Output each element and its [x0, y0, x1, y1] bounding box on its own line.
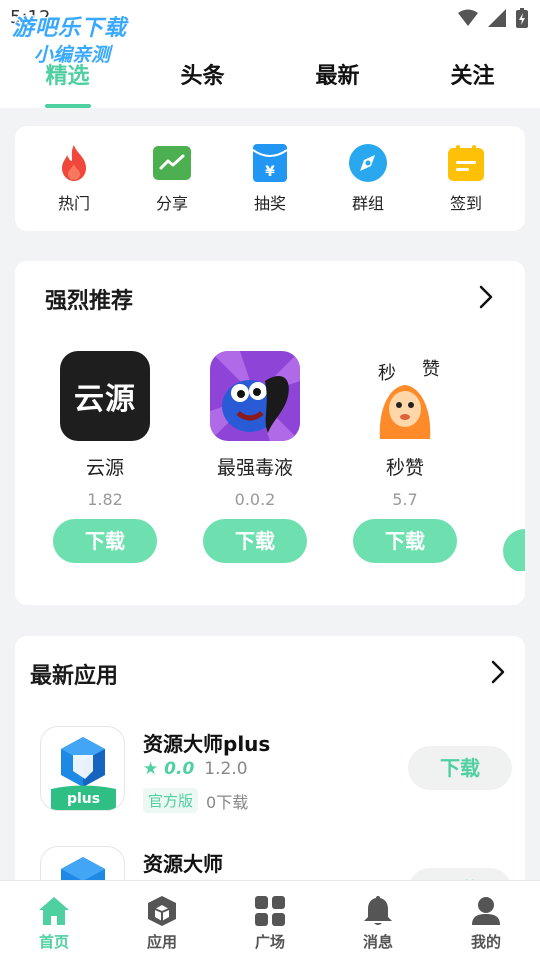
- recommend-app-name: 云源: [85, 457, 124, 479]
- quick-item-checkin[interactable]: 签到: [426, 144, 506, 214]
- top-tabs: 精选 头条 最新 关注: [0, 36, 540, 108]
- recommend-app-version: 1.82: [87, 490, 123, 509]
- bottom-nav: 首页 应用 广场 消息 我的: [0, 880, 540, 960]
- user-icon: [469, 894, 503, 928]
- status-time: 5:12: [10, 7, 51, 28]
- nav-square[interactable]: 广场: [216, 881, 324, 960]
- app-meta: ★ 0.0 1.2.0: [143, 759, 248, 779]
- app-icon-yunyuan: 云源: [60, 351, 150, 441]
- app-tags: 官方版 0下载: [143, 788, 248, 813]
- chevron-right-icon[interactable]: [479, 285, 493, 309]
- download-count: 0下载: [206, 792, 249, 812]
- recommend-title: 强烈推荐: [45, 289, 134, 314]
- star-icon: ★: [143, 759, 159, 779]
- signal-icon: [488, 9, 506, 27]
- app-rating: ★ 0.0: [143, 759, 194, 779]
- download-button-partial[interactable]: [503, 529, 525, 571]
- nav-label-profile: 我的: [470, 933, 501, 951]
- svg-text:¥: ¥: [265, 164, 275, 180]
- nav-label-square: 广场: [254, 933, 285, 951]
- download-button[interactable]: 下载: [353, 519, 457, 563]
- quick-item-share[interactable]: 分享: [132, 144, 212, 214]
- nav-label-home: 首页: [38, 933, 69, 951]
- official-tag: 官方版: [143, 788, 199, 813]
- quick-label-checkin: 签到: [449, 193, 482, 213]
- app-icon-ziyuandashi-plus: plus: [40, 726, 125, 811]
- quick-label-lottery: 抽奖: [253, 193, 286, 213]
- nav-profile[interactable]: 我的: [432, 881, 540, 960]
- status-bar: 5:12: [0, 0, 540, 36]
- bell-icon: [361, 894, 395, 928]
- tab-following[interactable]: 关注: [405, 36, 540, 108]
- red-envelope-icon: ¥: [251, 143, 289, 182]
- quick-label-share: 分享: [155, 193, 188, 213]
- nav-home[interactable]: 首页: [0, 881, 108, 960]
- recommend-item[interactable]: 最强毒液 0.0.2 下载: [203, 351, 307, 563]
- app-list-item[interactable]: plus 资源大师plus ★ 0.0 1.2.0 官方版 0下载 下载: [40, 726, 512, 826]
- icon-text: 云源: [74, 382, 136, 417]
- app-name: 资源大师plus: [143, 732, 271, 756]
- nav-label-messages: 消息: [362, 933, 393, 951]
- recommend-app-name: 最强毒液: [216, 457, 293, 479]
- quick-item-lottery[interactable]: ¥ 抽奖: [230, 143, 310, 214]
- home-icon: [37, 894, 71, 928]
- nav-messages[interactable]: 消息: [324, 881, 432, 960]
- download-button[interactable]: 下载: [203, 519, 307, 563]
- nav-apps[interactable]: 应用: [108, 881, 216, 960]
- chevron-right-icon[interactable]: [491, 660, 505, 684]
- quick-label-group: 群组: [351, 193, 384, 213]
- tab-latest[interactable]: 最新: [270, 36, 405, 108]
- quick-item-hot[interactable]: 热门: [34, 144, 114, 214]
- recommend-list: 云源 云源 1.82 下载 最强毒液 0.0.2 下载 秒 赞 秒赞 5.7 下…: [15, 351, 525, 571]
- recommend-item-partial[interactable]: [503, 351, 525, 571]
- chart-icon: [153, 144, 191, 182]
- latest-title: 最新应用: [30, 664, 119, 689]
- recommend-item[interactable]: 秒 赞 秒赞 5.7 下载: [353, 351, 457, 563]
- recommend-app-version: 5.7: [392, 490, 418, 509]
- battery-icon: [516, 8, 528, 28]
- status-icons: [458, 8, 528, 28]
- nav-label-apps: 应用: [146, 933, 177, 951]
- quick-entry-card: 热门 分享 ¥ 抽奖 群组 签到: [15, 126, 525, 231]
- recommend-card: 强烈推荐 云源 云源 1.82 下载 最强毒液 0.0.2 下载 秒 赞 秒赞 …: [15, 261, 525, 605]
- quick-label-hot: 热门: [57, 193, 90, 213]
- app-icon-miaozan: 秒 赞: [360, 351, 450, 441]
- download-button[interactable]: 下载: [408, 746, 512, 790]
- icon-badge: plus: [66, 791, 101, 807]
- wifi-icon: [458, 9, 478, 26]
- icon-glyph: 赞: [422, 359, 440, 380]
- recommend-item[interactable]: 云源 云源 1.82 下载: [53, 351, 157, 563]
- calendar-icon: [447, 144, 485, 182]
- cube-icon: [145, 894, 179, 928]
- recommend-app-name: 秒赞: [385, 457, 424, 479]
- quick-item-group[interactable]: 群组: [328, 143, 408, 214]
- icon-glyph: 秒: [378, 363, 396, 384]
- compass-icon: [349, 143, 387, 182]
- tab-headlines[interactable]: 头条: [135, 36, 270, 108]
- app-icon-venom: [210, 351, 300, 441]
- grid-icon: [253, 894, 287, 928]
- app-name: 资源大师: [143, 852, 223, 876]
- rating-value: 0.0: [164, 759, 195, 779]
- download-button[interactable]: 下载: [53, 519, 157, 563]
- tab-featured[interactable]: 精选: [0, 36, 135, 108]
- recommend-app-version: 0.0.2: [234, 490, 276, 509]
- flame-icon: [55, 144, 93, 182]
- app-version: 1.2.0: [204, 759, 248, 779]
